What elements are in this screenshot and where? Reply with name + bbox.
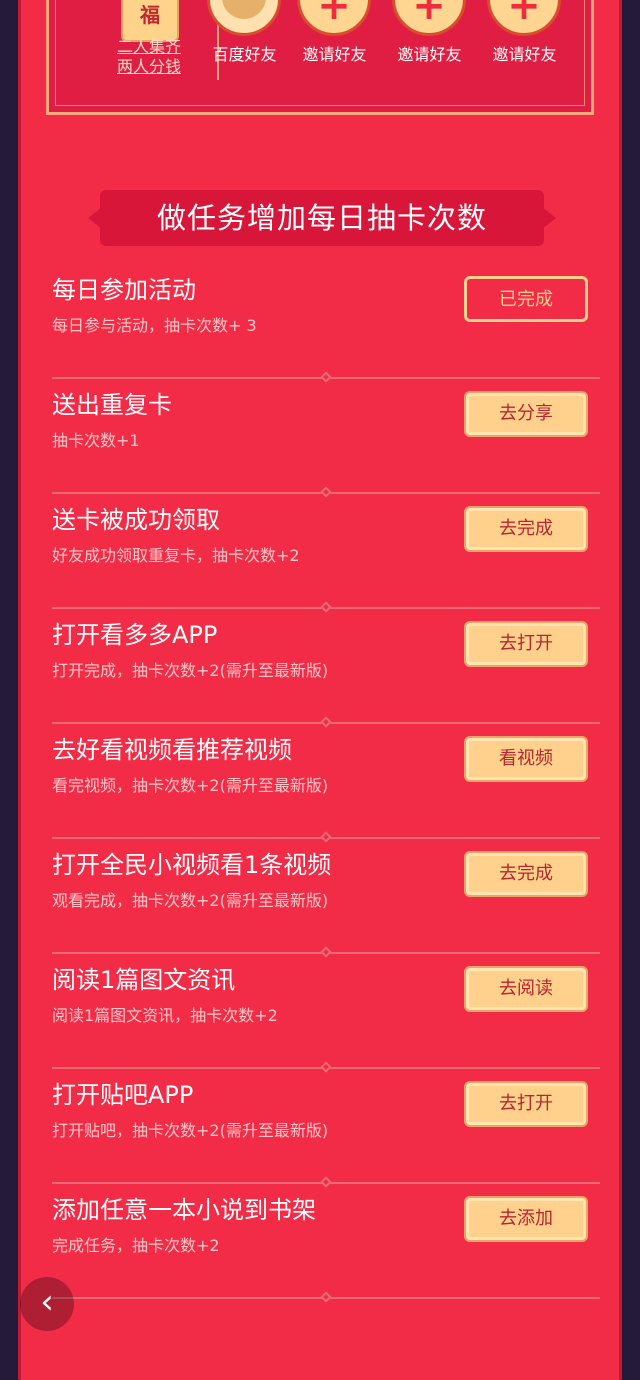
invite-friend-slot[interactable]: + 邀请好友 bbox=[287, 0, 382, 100]
task-title: 阅读1篇图文资讯 bbox=[52, 966, 236, 994]
task-description: 抽卡次数+1 bbox=[52, 431, 140, 450]
task-action-button[interactable]: 看视频 bbox=[464, 736, 588, 782]
task-action-button[interactable]: 去添加 bbox=[464, 1196, 588, 1242]
add-friend-icon: + bbox=[487, 0, 561, 36]
task-item: 打开看多多APP 打开完成，抽卡次数+2(需升至最新版) 去打开 bbox=[52, 609, 600, 728]
friend-label: 邀请好友 bbox=[397, 45, 462, 64]
task-description: 好友成功领取重复卡，抽卡次数+2 bbox=[52, 546, 300, 565]
task-item: 打开全民小视频看1条视频 观看完成，抽卡次数+2(需升至最新版) 去完成 bbox=[52, 839, 600, 958]
invite-panel: 福 二人集齐 两人分钱 百度好友 + 邀请好友 + 邀请好友 + 邀请好友 bbox=[46, 0, 594, 115]
task-action-button[interactable]: 去完成 bbox=[464, 506, 588, 552]
task-action-button[interactable]: 去阅读 bbox=[464, 966, 588, 1012]
task-title: 添加任意一本小说到书架 bbox=[52, 1196, 316, 1224]
task-item: 送出重复卡 抽卡次数+1 去分享 bbox=[52, 379, 600, 498]
friend-label: 邀请好友 bbox=[492, 45, 557, 64]
invite-friend-slot[interactable]: + 邀请好友 bbox=[477, 0, 572, 100]
task-description: 阅读1篇图文资讯，抽卡次数+2 bbox=[52, 1006, 278, 1025]
task-title: 打开全民小视频看1条视频 bbox=[52, 851, 332, 879]
task-done-button[interactable]: 已完成 bbox=[464, 276, 588, 322]
task-description: 观看完成，抽卡次数+2(需升至最新版) bbox=[52, 891, 329, 910]
add-friend-icon: + bbox=[297, 0, 371, 36]
add-friend-icon: + bbox=[392, 0, 466, 36]
task-title: 送出重复卡 bbox=[52, 391, 172, 419]
friend-label: 邀请好友 bbox=[302, 45, 367, 64]
task-item: 每日参加活动 每日参与活动，抽卡次数+ 3 已完成 bbox=[52, 264, 600, 383]
task-description: 完成任务，抽卡次数+2 bbox=[52, 1236, 220, 1255]
task-list: 每日参加活动 每日参与活动，抽卡次数+ 3 已完成 送出重复卡 抽卡次数+1 去… bbox=[52, 264, 600, 1303]
task-title: 送卡被成功领取 bbox=[52, 506, 220, 534]
task-action-button[interactable]: 去打开 bbox=[464, 1081, 588, 1127]
friend-slot-baidu[interactable]: 百度好友 bbox=[197, 0, 292, 100]
bear-avatar-icon bbox=[207, 0, 281, 36]
task-action-button[interactable]: 去打开 bbox=[464, 621, 588, 667]
friend-label: 百度好友 bbox=[212, 45, 277, 64]
task-item: 打开贴吧APP 打开贴吧，抽卡次数+2(需升至最新版) 去打开 bbox=[52, 1069, 600, 1188]
task-description: 看完视频，抽卡次数+2(需升至最新版) bbox=[52, 776, 329, 795]
task-action-button[interactable]: 去分享 bbox=[464, 391, 588, 437]
task-item: 去好看视频看推荐视频 看完视频，抽卡次数+2(需升至最新版) 看视频 bbox=[52, 724, 600, 843]
task-item: 送卡被成功领取 好友成功领取重复卡，抽卡次数+2 去完成 bbox=[52, 494, 600, 613]
task-description: 每日参与活动，抽卡次数+ 3 bbox=[52, 316, 257, 335]
section-title-banner: 做任务增加每日抽卡次数 bbox=[100, 190, 544, 246]
task-title: 每日参加活动 bbox=[52, 276, 196, 304]
card-icon: 福 bbox=[121, 0, 179, 42]
task-title: 打开贴吧APP bbox=[52, 1081, 194, 1109]
chevron-left-icon: ‹ bbox=[40, 1282, 54, 1322]
avatar-face bbox=[222, 0, 266, 19]
task-action-button[interactable]: 去完成 bbox=[464, 851, 588, 897]
invite-friend-slot[interactable]: + 邀请好友 bbox=[382, 0, 477, 100]
task-item: 阅读1篇图文资讯 阅读1篇图文资讯，抽卡次数+2 去阅读 bbox=[52, 954, 600, 1073]
task-title: 打开看多多APP bbox=[52, 621, 218, 649]
task-description: 打开完成，抽卡次数+2(需升至最新版) bbox=[52, 661, 329, 680]
section-title: 做任务增加每日抽卡次数 bbox=[156, 201, 487, 235]
task-description: 打开贴吧，抽卡次数+2(需升至最新版) bbox=[52, 1121, 329, 1140]
task-separator bbox=[52, 1291, 600, 1303]
task-title: 去好看视频看推荐视频 bbox=[52, 736, 292, 764]
task-item: 添加任意一本小说到书架 完成任务，抽卡次数+2 去添加 bbox=[52, 1184, 600, 1303]
back-button[interactable]: ‹ bbox=[20, 1277, 74, 1331]
